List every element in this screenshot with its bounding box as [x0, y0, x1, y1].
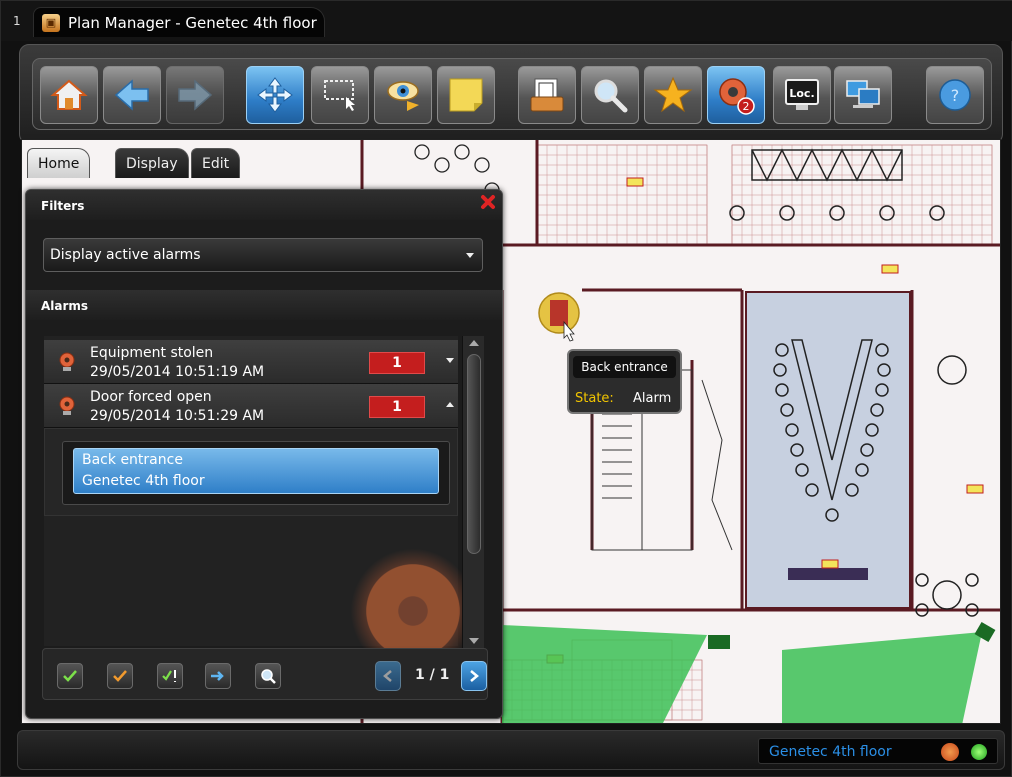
- alarm-siren-icon: 2: [719, 78, 755, 115]
- forward-alarm-button[interactable]: [205, 663, 231, 689]
- select-area-icon: [324, 80, 355, 111]
- alarm-actions-bar: 1 / 1: [42, 648, 488, 700]
- scroll-thumb[interactable]: [467, 354, 481, 554]
- door-tooltip: Back entrance State: Alarm: [567, 349, 682, 414]
- filter-dropdown[interactable]: Display active alarms: [43, 238, 483, 272]
- status-bar: Genetec 4th floor: [17, 730, 1005, 770]
- alarms-button[interactable]: 2: [707, 66, 765, 124]
- check-orange-icon: [113, 670, 127, 682]
- chevron-right-icon: [470, 670, 479, 682]
- alarm-status-icon[interactable]: [941, 743, 959, 761]
- help-button[interactable]: ?: [926, 66, 984, 124]
- expand-icon[interactable]: [446, 358, 454, 363]
- monitor-eye-icon: [387, 81, 419, 111]
- forward-arrow-icon: [211, 671, 224, 681]
- alarm-name: Equipment stolen: [90, 345, 214, 361]
- svg-text:?: ?: [951, 86, 960, 105]
- map-archive-icon: [530, 78, 564, 112]
- home-icon: [50, 79, 88, 110]
- locate-monitor-icon: Loc.: [785, 79, 819, 110]
- tab-display[interactable]: Display: [115, 148, 189, 178]
- alarm-name: Door forced open: [90, 389, 212, 405]
- status-location: Genetec 4th floor: [769, 744, 892, 760]
- alarm-item[interactable]: Equipment stolen 29/05/2014 10:51:19 AM …: [44, 340, 458, 384]
- tooltip-state-value: Alarm: [633, 391, 672, 406]
- previous-page-button[interactable]: [375, 661, 401, 691]
- chevron-left-icon: [383, 670, 392, 682]
- status-location-box[interactable]: Genetec 4th floor: [758, 738, 998, 764]
- select-area-button[interactable]: [311, 66, 369, 124]
- alarms-panel: Filters Display active alarms Alarms Equ…: [25, 189, 503, 719]
- plan-manager-tab[interactable]: ▣ Plan Manager - Genetec 4th floor: [33, 7, 325, 37]
- plan-manager-icon: ▣: [42, 13, 60, 32]
- search-icon: [594, 79, 628, 113]
- svg-text:2: 2: [743, 100, 750, 113]
- scroll-down-icon[interactable]: [469, 638, 479, 644]
- tab-number: 1: [13, 14, 21, 28]
- tab-edit[interactable]: Edit: [191, 148, 241, 178]
- window-title: Plan Manager - Genetec 4th floor: [68, 13, 317, 32]
- filters-heading: Filters: [26, 190, 502, 220]
- sticky-note-icon: [449, 78, 483, 112]
- alarm-source-selected[interactable]: Back entrance Genetec 4th floor: [73, 448, 439, 494]
- main-toolbar: 2 Loc. ?: [32, 58, 992, 130]
- close-icon[interactable]: [480, 194, 496, 210]
- tab-home[interactable]: Home: [27, 148, 91, 178]
- next-page-button[interactable]: [461, 661, 487, 691]
- alarm-time: 29/05/2014 10:51:19 AM: [90, 364, 265, 380]
- plan-manager-window: 1 ▣ Plan Manager - Genetec 4th floor 2 L…: [0, 0, 1012, 777]
- pan-icon: [257, 77, 293, 113]
- scroll-up-icon[interactable]: [469, 340, 479, 346]
- alarm-detail: Back entrance Genetec 4th floor: [44, 428, 458, 516]
- back-arrow-icon: [114, 79, 149, 111]
- investigate-button[interactable]: [255, 663, 281, 689]
- check-exclamation-icon: [162, 670, 176, 682]
- health-status-icon[interactable]: [971, 744, 987, 760]
- tooltip-state-label: State:: [575, 391, 614, 406]
- pan-button[interactable]: [246, 66, 304, 124]
- search-icon: [261, 669, 276, 684]
- page-indicator: 1 / 1: [415, 667, 450, 683]
- forced-acknowledge-button[interactable]: [157, 663, 183, 689]
- alarms-heading: Alarms: [26, 290, 502, 320]
- back-button[interactable]: [103, 66, 161, 124]
- check-icon: [63, 670, 77, 682]
- search-button[interactable]: [581, 66, 639, 124]
- alternate-acknowledge-button[interactable]: [107, 663, 133, 689]
- map-archive-button[interactable]: [518, 66, 576, 124]
- acknowledge-button[interactable]: [57, 663, 83, 689]
- favorite-star-icon: [653, 76, 693, 113]
- locate-button[interactable]: Loc.: [773, 66, 831, 124]
- title-bar: 1 ▣ Plan Manager - Genetec 4th floor: [1, 1, 1012, 41]
- sticky-note-button[interactable]: [437, 66, 495, 124]
- alarm-count-badge: 1: [369, 352, 425, 374]
- alarm-list-scrollbar[interactable]: [462, 336, 484, 648]
- alarm-count-badge: 1: [369, 396, 425, 418]
- alarm-source-entity: Back entrance: [82, 452, 183, 468]
- network-monitors-icon: [846, 80, 880, 108]
- alarm-item[interactable]: Door forced open 29/05/2014 10:51:29 AM …: [44, 384, 458, 428]
- help-icon: ?: [939, 79, 971, 111]
- filter-value: Display active alarms: [50, 247, 201, 263]
- view-tabs: Home Display Edit: [23, 142, 263, 180]
- monitor-button[interactable]: [374, 66, 432, 124]
- alarm-source-area: Genetec 4th floor: [82, 473, 205, 489]
- tooltip-title: Back entrance: [573, 356, 676, 378]
- forward-button[interactable]: [166, 66, 224, 124]
- forward-arrow-icon: [178, 79, 213, 111]
- favorites-button[interactable]: [644, 66, 702, 124]
- collapse-icon[interactable]: [446, 402, 454, 407]
- alarm-source-list: Back entrance Genetec 4th floor: [62, 441, 450, 505]
- alarm-siren-icon: [59, 396, 75, 415]
- svg-text:Loc.: Loc.: [789, 87, 814, 100]
- chevron-down-icon: [466, 253, 474, 258]
- network-monitors-button[interactable]: [834, 66, 892, 124]
- home-button[interactable]: [40, 66, 98, 124]
- alarm-time: 29/05/2014 10:51:29 AM: [90, 408, 265, 424]
- alarm-siren-icon: [59, 352, 75, 371]
- toolbar-container: 2 Loc. ?: [19, 44, 1003, 144]
